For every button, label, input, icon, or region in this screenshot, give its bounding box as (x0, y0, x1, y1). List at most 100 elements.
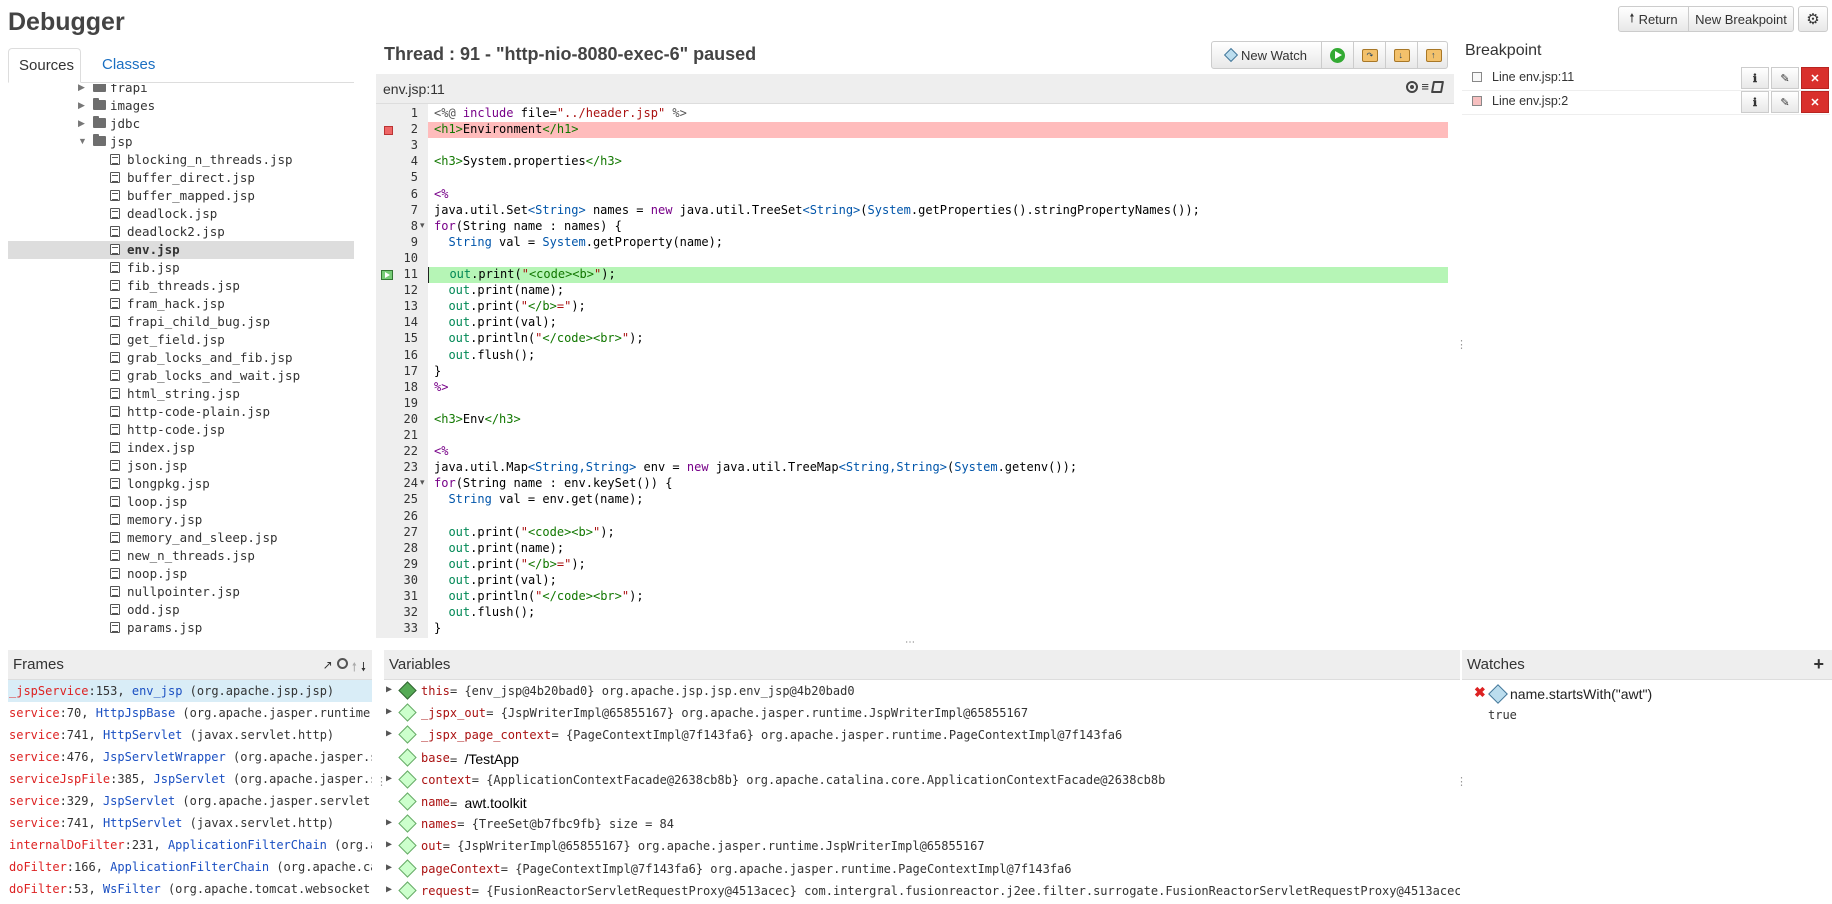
expand-caret-icon[interactable]: ▶ (386, 773, 392, 784)
tab-sources[interactable]: Sources (8, 48, 81, 83)
line-number[interactable]: 19 (376, 396, 418, 412)
tree-file[interactable]: fib_threads.jsp (8, 277, 354, 295)
line-number[interactable]: 9 (376, 235, 418, 251)
tree-file[interactable]: memory_and_sleep.jsp (8, 529, 354, 547)
tree-file[interactable]: loop.jsp (8, 493, 354, 511)
settings-button[interactable]: ⚙ (1798, 6, 1828, 32)
breakpoint-item[interactable]: Line env.jsp:2 ℹ ✎ ✕ (1462, 88, 1830, 115)
new-breakpoint-button[interactable]: New Breakpoint (1688, 6, 1794, 32)
breakpoint-delete-button[interactable]: ✕ (1801, 91, 1829, 113)
frame-row[interactable]: doFilter:166, ApplicationFilterChain (or… (8, 856, 372, 878)
line-number[interactable]: 3 (376, 138, 418, 154)
tree-folder[interactable]: ▶ images (8, 97, 354, 115)
tree-file[interactable]: new_n_threads.jsp (8, 547, 354, 565)
expand-caret-icon[interactable]: ▶ (386, 706, 392, 717)
line-number[interactable]: 5 (376, 170, 418, 186)
breakpoint-marker-icon[interactable] (384, 126, 393, 136)
variable-row[interactable]: ▶ _jspx_page_context = {PageContextImpl@7… (384, 724, 1460, 746)
breakpoint-edit-button[interactable]: ✎ (1771, 91, 1799, 113)
expand-caret-icon[interactable]: ▶ (386, 862, 392, 873)
breakpoint-info-button[interactable]: ℹ (1741, 91, 1769, 113)
list-icon[interactable]: ≡ (1421, 80, 1429, 93)
step-out-button[interactable]: ↑ (1418, 42, 1450, 68)
caret-right-icon[interactable]: ▶ (78, 118, 85, 129)
line-number[interactable]: 28 (376, 541, 418, 557)
line-number[interactable]: 16 (376, 348, 418, 364)
expand-caret-icon[interactable]: ▶ (386, 839, 392, 850)
splitter-handle[interactable]: ⋮ (376, 775, 387, 788)
frame-row[interactable]: service:741, HttpServlet (javax.servlet.… (8, 812, 372, 834)
breakpoint-item[interactable]: Line env.jsp:11 ℹ ✎ ✕ (1462, 64, 1830, 91)
tree-file[interactable]: index.jsp (8, 439, 354, 457)
variable-row[interactable]: base = /TestApp (384, 747, 1460, 769)
tree-file[interactable]: grab_locks_and_fib.jsp (8, 349, 354, 367)
tree-folder[interactable]: ▼ jsp (8, 133, 354, 151)
expand-caret-icon[interactable]: ▶ (386, 817, 392, 828)
tree-file[interactable]: nullpointer.jsp (8, 583, 354, 601)
frame-row[interactable]: service:70, HttpJspBase (org.apache.jasp… (8, 702, 372, 724)
breakpoint-checkbox[interactable] (1472, 72, 1482, 82)
line-number[interactable]: 6 (376, 187, 418, 203)
tree-file[interactable]: frapi_child_bug.jsp (8, 313, 354, 331)
tree-file[interactable]: grab_locks_and_wait.jsp (8, 367, 354, 385)
frame-row[interactable]: service:329, JspServlet (org.apache.jasp… (8, 790, 372, 812)
line-number[interactable]: 34 (376, 637, 418, 638)
line-number[interactable]: 12 (376, 283, 418, 299)
breakpoint-checkbox[interactable] (1472, 96, 1482, 106)
line-number[interactable]: 29 (376, 557, 418, 573)
horizontal-splitter[interactable]: ⋯ (905, 637, 915, 648)
tree-folder[interactable]: ▶ jdbc (8, 115, 354, 133)
tree-file[interactable]: longpkg.jsp (8, 475, 354, 493)
caret-down-icon[interactable]: ▼ (78, 136, 87, 146)
tree-file[interactable]: blocking_n_threads.jsp (8, 151, 354, 169)
line-number[interactable]: 25 (376, 492, 418, 508)
frame-row[interactable]: _jspService:153, env_jsp (org.apache.jsp… (8, 680, 372, 702)
tree-file[interactable]: buffer_direct.jsp (8, 169, 354, 187)
tree-file[interactable]: deadlock2.jsp (8, 223, 354, 241)
tree-file[interactable]: fib.jsp (8, 259, 354, 277)
line-number[interactable]: 26 (376, 509, 418, 525)
fold-caret-icon[interactable]: ▾ (420, 477, 425, 488)
line-number[interactable]: 33 (376, 621, 418, 637)
tree-file[interactable]: http-code.jsp (8, 421, 354, 439)
breakpoint-delete-button[interactable]: ✕ (1801, 67, 1829, 89)
variable-row[interactable]: ▶ request = {FusionReactorServletRequestP… (384, 880, 1460, 902)
line-number[interactable]: 32 (376, 605, 418, 621)
frame-row[interactable]: doFilter:53, WsFilter (org.apache.tomcat… (8, 878, 372, 900)
code-editor[interactable]: 1 2 3 4 5 6 7 8 ▾ 9 10 11 12 13 14 15 16 17 18 19 20 21 22 23 24… (376, 104, 1454, 638)
line-number[interactable]: 15 (376, 331, 418, 347)
tree-file[interactable]: http-code-plain.jsp (8, 403, 354, 421)
variable-row[interactable]: ▶ context = {ApplicationContextFacade@263… (384, 769, 1460, 791)
tree-file[interactable]: env.jsp (8, 241, 354, 259)
line-number[interactable]: 14 (376, 315, 418, 331)
line-number[interactable]: 2 (376, 122, 418, 138)
new-watch-button[interactable]: New Watch (1212, 42, 1322, 68)
variable-row[interactable]: ▶ this = {env_jsp@4b20bad0} org.apache.js… (384, 680, 1460, 702)
caret-right-icon[interactable]: ▶ (78, 100, 85, 111)
line-number[interactable]: 22 (376, 444, 418, 460)
caret-right-icon[interactable]: ▶ (78, 84, 85, 93)
tree-file[interactable]: memory.jsp (8, 511, 354, 529)
variable-row[interactable]: name = awt.toolkit (384, 791, 1460, 813)
target-icon[interactable] (1406, 81, 1419, 93)
line-number[interactable]: 10 (376, 251, 418, 267)
variable-row[interactable]: ▶ names = {TreeSet@b7fbc9fb} size = 84 (384, 813, 1460, 835)
variable-row[interactable]: ▶ out = {JspWriterImpl@65855167} org.apac… (384, 835, 1460, 857)
remove-watch-icon[interactable]: ✖ (1474, 684, 1486, 701)
tree-file[interactable]: html_string.jsp (8, 385, 354, 403)
line-number[interactable]: 24 (376, 476, 418, 492)
external-link-icon[interactable]: ↗ (323, 658, 333, 679)
fold-caret-icon[interactable]: ▾ (420, 220, 425, 231)
step-over-button[interactable]: ↷ (1354, 42, 1386, 68)
book-icon[interactable] (1430, 81, 1445, 93)
frame-row[interactable]: internalDoFilter:231, ApplicationFilterC… (8, 834, 372, 856)
variable-row[interactable]: ▶ _jspx_out = {JspWriterImpl@65855167} or… (384, 702, 1460, 724)
arrow-up-icon[interactable]: 🠕 (352, 658, 357, 679)
line-number[interactable]: 17 (376, 364, 418, 380)
add-watch-button[interactable]: + (1813, 654, 1824, 675)
frame-row[interactable]: serviceJspFile:385, JspServlet (org.apac… (8, 768, 372, 790)
tree-file[interactable]: odd.jsp (8, 601, 354, 619)
frame-row[interactable]: service:741, HttpServlet (javax.servlet.… (8, 724, 372, 746)
line-number[interactable]: 31 (376, 589, 418, 605)
target-icon[interactable] (336, 658, 348, 669)
